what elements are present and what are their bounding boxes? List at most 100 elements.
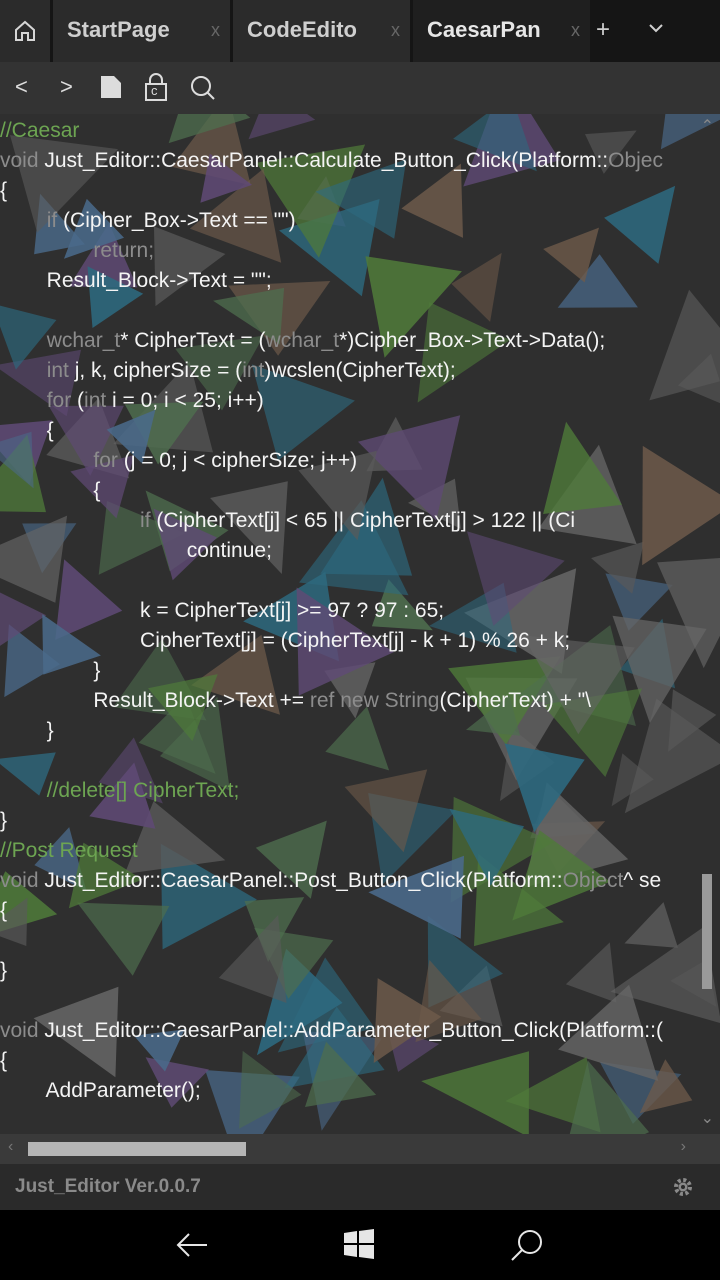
- code-editor[interactable]: //Caesarvoid Just_Editor::CaesarPanel::C…: [0, 114, 720, 1134]
- search-button[interactable]: [190, 75, 216, 107]
- tab-startpage[interactable]: StartPage x: [53, 0, 230, 62]
- code-line: Result_Block->Text += ref new String(Cip…: [0, 686, 591, 716]
- tab-label: CodeEdito: [247, 17, 357, 42]
- code-token: wchar_t: [46, 329, 121, 352]
- code-line: //Post Request: [0, 836, 138, 866]
- back-arrow-icon: [176, 1233, 207, 1257]
- code-token: (: [77, 389, 85, 412]
- gear-icon: [674, 1178, 692, 1196]
- code-line: return;: [0, 236, 154, 266]
- tab-close-button[interactable]: x: [211, 20, 220, 41]
- tab-codeeditor[interactable]: CodeEdito x: [233, 0, 410, 62]
- tab-list-button[interactable]: [646, 18, 666, 43]
- code-token: )wcslen(CipherText);: [264, 359, 456, 382]
- code-token: CipherText[j] = (CipherText[j] - k + 1) …: [0, 629, 571, 652]
- forward-button[interactable]: >: [60, 74, 73, 100]
- code-line: {: [0, 176, 7, 206]
- code-token: }: [0, 659, 101, 682]
- horizontal-scrollbar[interactable]: ‹ ›: [0, 1134, 720, 1164]
- code-token: Objec: [608, 149, 663, 172]
- code-line: for (j = 0; j < cipherSize; j++): [0, 446, 357, 476]
- code-line: if (CipherText[j] < 65 || CipherText[j] …: [0, 506, 575, 536]
- tab-label: StartPage: [67, 17, 170, 42]
- code-line: }: [0, 656, 100, 686]
- code-line: }: [0, 956, 7, 986]
- code-line: }: [0, 806, 7, 836]
- code-token: i = 0; i < 25; i++): [112, 389, 264, 412]
- back-button[interactable]: <: [15, 74, 28, 100]
- code-token: Result_Block->Text = "";: [0, 269, 272, 292]
- code-line: k = CipherText[j] >= 97 ? 97 : 65;: [0, 596, 444, 626]
- toolbar: < > c: [0, 62, 720, 114]
- nav-start-button[interactable]: [343, 1228, 375, 1265]
- code-line: //delete[] CipherText;: [0, 776, 240, 806]
- code-token: * CipherText = (: [120, 329, 266, 352]
- code-token: (CipherText[j] < 65 || CipherText[j] > 1…: [156, 509, 576, 532]
- code-line: for (int i = 0; i < 25; i++): [0, 386, 264, 416]
- code-token: ref new String: [309, 689, 440, 712]
- code-line: {: [0, 476, 100, 506]
- tab-close-button[interactable]: x: [571, 20, 580, 41]
- code-token: k = CipherText[j] >= 97 ? 97 : 65;: [0, 599, 445, 622]
- new-tab-button[interactable]: +: [596, 16, 610, 44]
- code-token: if: [46, 209, 64, 232]
- code-token: for: [93, 449, 124, 472]
- file-icon: [101, 76, 121, 98]
- tab-label: CaesarPan: [427, 17, 541, 42]
- code-token: int: [46, 359, 75, 382]
- scroll-down-arrow[interactable]: ⌄: [701, 1108, 714, 1128]
- code-line: wchar_t* CipherText = (wchar_t*)Cipher_B…: [0, 326, 605, 356]
- code-token: {: [0, 1049, 8, 1072]
- code-line: void Just_Editor::CaesarPanel::Calculate…: [0, 146, 663, 176]
- code-line: {: [0, 896, 7, 926]
- code-token: {: [0, 899, 8, 922]
- code-line: int j, k, cipherSize = (int)wcslen(Ciphe…: [0, 356, 456, 386]
- horizontal-scrollbar-thumb[interactable]: [28, 1142, 246, 1156]
- settings-button[interactable]: [672, 1176, 694, 1203]
- nav-back-button[interactable]: [175, 1228, 209, 1267]
- search-icon: [191, 76, 215, 100]
- nav-search-button[interactable]: [510, 1228, 544, 1267]
- code-token: //Caesar: [0, 119, 80, 142]
- code-token: Result_Block->Text +=: [0, 689, 310, 712]
- code-token: }: [0, 719, 54, 742]
- code-token: ^ se: [623, 869, 662, 892]
- code-area[interactable]: //Caesarvoid Just_Editor::CaesarPanel::C…: [0, 114, 676, 1124]
- code-line: void Just_Editor::CaesarPanel::AddParame…: [0, 1016, 663, 1046]
- home-button[interactable]: [0, 0, 50, 62]
- vertical-scrollbar-thumb[interactable]: [702, 874, 712, 989]
- code-line: AddParameter();: [0, 1076, 201, 1106]
- windows-logo-icon: [344, 1229, 374, 1259]
- code-token: Just_Editor::CaesarPanel::Calculate_Butt…: [44, 149, 609, 172]
- code-token: *)Cipher_Box->Text->Data();: [339, 329, 606, 352]
- code-token: (Cipher_Box->Text == ""): [63, 209, 296, 232]
- code-token: int: [84, 389, 113, 412]
- code-token: //Post Request: [0, 839, 138, 862]
- cipher-badge: c: [151, 83, 158, 98]
- scroll-left-arrow[interactable]: ‹: [8, 1138, 13, 1156]
- code-token: //delete[] CipherText;: [46, 779, 240, 802]
- code-token: }: [0, 809, 8, 832]
- code-token: Just_Editor::CaesarPanel::Post_Button_Cl…: [44, 869, 563, 892]
- search-icon: [511, 1230, 542, 1261]
- scroll-up-arrow[interactable]: ⌃: [701, 116, 714, 136]
- save-button[interactable]: [100, 75, 122, 105]
- tab-caesarpanel[interactable]: CaesarPan x: [413, 0, 590, 62]
- code-token: (j = 0; j < cipherSize; j++): [123, 449, 358, 472]
- code-line: if (Cipher_Box->Text == ""): [0, 206, 296, 236]
- caesar-cipher-button[interactable]: c: [143, 73, 169, 107]
- code-line: {: [0, 416, 54, 446]
- tab-close-button[interactable]: x: [391, 20, 400, 41]
- scroll-right-arrow[interactable]: ›: [681, 1138, 686, 1156]
- version-label: Just_Editor Ver.0.0.7: [15, 1176, 201, 1197]
- code-line: //Caesar: [0, 116, 79, 146]
- code-token: for: [46, 389, 78, 412]
- status-bar: Just_Editor Ver.0.0.7: [0, 1164, 720, 1210]
- code-line: continue;: [0, 536, 272, 566]
- code-token: j, k, cipherSize = (: [74, 359, 243, 382]
